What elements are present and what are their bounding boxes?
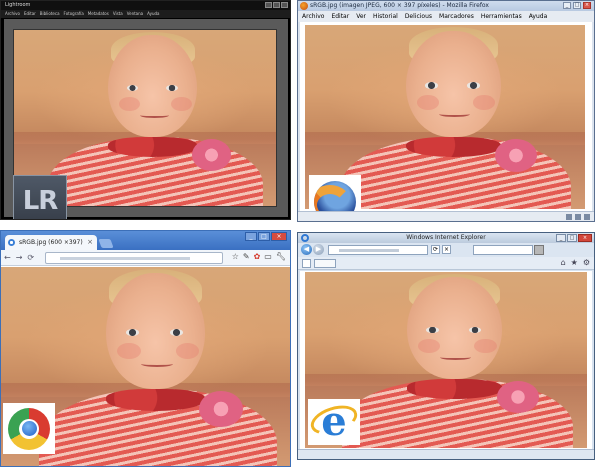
status-icon[interactable] <box>566 214 572 220</box>
firefox-app-icon <box>300 2 308 10</box>
lightroom-window: Lightroom Archivo Editar Biblioteca Foto… <box>0 0 291 220</box>
minimize-button[interactable]: _ <box>556 234 566 242</box>
status-icon[interactable] <box>575 214 581 220</box>
menu-item-archivo[interactable]: Archivo <box>5 10 20 18</box>
tab-srgb[interactable]: sRGB.jpg (600 ×397) × <box>5 235 97 250</box>
menu-item-marcadores[interactable]: Marcadores <box>439 11 474 22</box>
ie-address-row: ◀ ▶ ⟳ × <box>298 243 594 257</box>
maximize-button[interactable] <box>273 2 280 8</box>
reload-icon[interactable]: ⟳ <box>27 253 34 262</box>
tab-title: sRGB.jpg (600 ×397) <box>19 239 83 246</box>
page-menu-icon[interactable]: ▭ <box>264 252 272 261</box>
status-bar <box>298 449 594 459</box>
status-icon[interactable] <box>584 214 590 220</box>
maximize-button[interactable]: □ <box>258 232 270 241</box>
ie-titlebar: Windows Internet Explorer _ □ × <box>298 233 594 243</box>
menu-item-fotografia[interactable]: Fotografía <box>64 10 84 18</box>
firefox-content <box>300 22 592 221</box>
lightroom-logo-icon: LR <box>13 175 67 219</box>
refresh-button[interactable]: ⟳ <box>431 245 440 254</box>
gear-icon[interactable]: ⚙ <box>583 258 590 267</box>
search-icon[interactable] <box>534 245 544 255</box>
tab-close-icon[interactable]: × <box>87 235 93 250</box>
search-input[interactable] <box>473 245 544 255</box>
menu-item-ayuda[interactable]: Ayuda <box>529 11 548 22</box>
chrome-window: sRGB.jpg (600 ×397) × _ □ × ← → ⟳ ☆ ✎ ✿ … <box>0 230 291 467</box>
chrome-logo-icon <box>3 403 55 454</box>
status-bar <box>298 211 594 221</box>
menu-item-archivo[interactable]: Archivo <box>302 11 324 22</box>
ie-content: e <box>300 271 592 449</box>
close-button[interactable]: × <box>271 232 287 241</box>
ie-favorites-row: ⌂ ★ ⚙ <box>298 257 594 270</box>
forward-button[interactable]: ▶ <box>313 244 324 255</box>
extension-icon[interactable]: ✎ <box>243 252 250 261</box>
firefox-menubar: Archivo Editar Ver Historial Delicious M… <box>298 11 594 22</box>
close-button[interactable]: × <box>578 234 592 242</box>
menu-item-ayuda[interactable]: Ayuda <box>147 10 159 18</box>
internet-explorer-logo-icon: e <box>307 399 361 445</box>
menu-item-editar[interactable]: Editar <box>24 10 36 18</box>
lightroom-image-stage: LR <box>4 19 288 219</box>
new-tab-button[interactable] <box>98 239 114 248</box>
back-arrow-icon[interactable]: ← <box>4 253 11 262</box>
tab-strip: sRGB.jpg (600 ×397) × _ □ × <box>1 231 290 250</box>
firefox-window: sRGB.jpg (imagen JPEG, 600 × 397 píxeles… <box>297 0 595 222</box>
chrome-toolbar: ← → ⟳ ☆ ✎ ✿ ▭ 🔧︎ <box>1 250 290 266</box>
lightroom-menubar: Archivo Editar Biblioteca Fotografía Met… <box>1 10 290 18</box>
star-icon[interactable]: ★ <box>571 258 578 267</box>
firefox-titlebar: sRGB.jpg (imagen JPEG, 600 × 397 píxeles… <box>298 1 594 11</box>
minimize-button[interactable]: _ <box>563 2 571 9</box>
menu-item-ventana[interactable]: Ventana <box>127 10 143 18</box>
ie-window: Windows Internet Explorer _ □ × ◀ ▶ ⟳ × … <box>297 232 595 460</box>
menu-item-delicious[interactable]: Delicious <box>405 11 432 22</box>
menu-item-vista[interactable]: Vista <box>113 10 123 18</box>
menu-item-herramientas[interactable]: Herramientas <box>481 11 522 22</box>
menu-item-ver[interactable]: Ver <box>356 11 366 22</box>
lightroom-titlebar: Lightroom <box>1 1 290 10</box>
address-bar[interactable] <box>328 245 428 255</box>
window-title: sRGB.jpg (imagen JPEG, 600 × 397 píxeles… <box>310 2 489 9</box>
close-button[interactable]: × <box>583 2 591 9</box>
favorites-icon[interactable] <box>302 259 311 268</box>
minimize-button[interactable]: _ <box>245 232 257 241</box>
menu-item-biblioteca[interactable]: Biblioteca <box>40 10 60 18</box>
home-icon[interactable]: ⌂ <box>561 258 566 267</box>
maximize-button[interactable]: □ <box>567 234 577 242</box>
back-button[interactable]: ◀ <box>301 244 312 255</box>
maximize-button[interactable]: □ <box>573 2 581 9</box>
star-icon[interactable]: ☆ <box>232 252 239 261</box>
menu-item-metadatos[interactable]: Metadatos <box>88 10 109 18</box>
close-button[interactable] <box>281 2 288 8</box>
minimize-button[interactable] <box>265 2 272 8</box>
menu-item-editar[interactable]: Editar <box>331 11 349 22</box>
wrench-icon[interactable]: 🔧︎ <box>276 252 286 261</box>
page-icon <box>8 239 15 246</box>
ie-app-icon <box>301 234 309 242</box>
forward-arrow-icon[interactable]: → <box>16 253 23 262</box>
window-title: Windows Internet Explorer <box>406 234 486 241</box>
stop-button[interactable]: × <box>442 245 451 254</box>
extension-icon[interactable]: ✿ <box>254 252 261 261</box>
tab-srgb[interactable] <box>314 259 336 268</box>
menu-item-historial[interactable]: Historial <box>373 11 398 22</box>
address-bar[interactable] <box>45 252 223 264</box>
